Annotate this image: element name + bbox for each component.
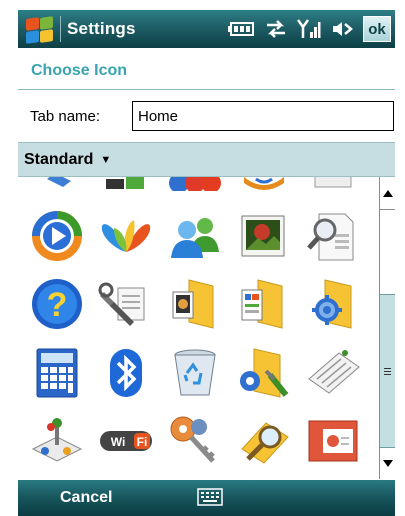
wifi-icon[interactable]: Wi Fi [98,413,154,469]
tab-name-label: Tab name: [30,107,101,125]
battery-icon[interactable] [227,20,255,38]
cancel-button[interactable]: Cancel [60,489,112,507]
scroll-up-arrow-icon[interactable] [380,183,395,203]
search-folder-icon[interactable] [236,413,292,469]
title-bar: Settings ok [18,10,395,48]
partial-top-icon[interactable] [29,177,85,191]
sync-connection-icon[interactable] [265,19,287,39]
icon-grid: ? Wi Fi [18,177,378,479]
grip-icon [384,367,391,375]
tab-name-input[interactable] [132,101,394,131]
title-separator [60,16,61,42]
settings-folder-icon[interactable] [305,276,361,332]
wrench-settings-icon[interactable] [98,276,154,332]
document-search-icon[interactable] [305,208,361,264]
keys-security-icon[interactable] [167,413,223,469]
chevron-down-icon: ▼ [100,153,112,166]
partial-top-icon[interactable] [305,177,361,191]
help-icon[interactable]: ? [29,276,85,332]
signal-strength-icon[interactable] [297,18,321,40]
presentation-icon[interactable] [305,413,361,469]
pictures-folder-icon[interactable] [167,276,223,332]
tools-folder-icon[interactable] [236,345,292,401]
svg-text:?: ? [47,286,68,324]
game-controller-icon[interactable] [29,413,85,469]
messenger-butterfly-icon[interactable] [98,208,154,264]
picture-viewer-icon[interactable] [236,208,292,264]
recycle-bin-icon[interactable] [167,345,223,401]
keyboard-icon[interactable] [197,488,223,506]
speaker-icon[interactable] [331,19,353,39]
bluetooth-icon[interactable] [98,345,154,401]
vertical-scrollbar[interactable] [379,177,395,479]
category-dropdown[interactable]: Standard ▼ [18,142,395,177]
svg-text:Wi: Wi [111,435,126,449]
keyboard-input-icon[interactable] [305,345,361,401]
tab-name-row: Tab name: [18,90,395,142]
page-title: Choose Icon [18,48,395,90]
partial-top-icon[interactable] [98,177,154,191]
status-icons: ok [227,16,391,42]
ok-button[interactable]: ok [363,16,391,42]
category-selected-label: Standard [24,150,94,168]
softkey-bar: Cancel [18,480,395,516]
documents-folder-icon[interactable] [236,276,292,332]
scroll-thumb[interactable] [380,294,395,448]
media-player-icon[interactable] [29,208,85,264]
scroll-down-arrow-icon[interactable] [380,453,395,473]
partial-top-icon[interactable] [167,177,223,191]
svg-text:Fi: Fi [137,435,148,449]
app-title: Settings [67,19,136,38]
windows-start-icon[interactable] [22,12,56,46]
scroll-track[interactable] [380,209,395,448]
partial-top-icon[interactable] [236,177,292,191]
calculator-icon[interactable] [29,345,85,401]
contacts-people-icon[interactable] [167,208,223,264]
